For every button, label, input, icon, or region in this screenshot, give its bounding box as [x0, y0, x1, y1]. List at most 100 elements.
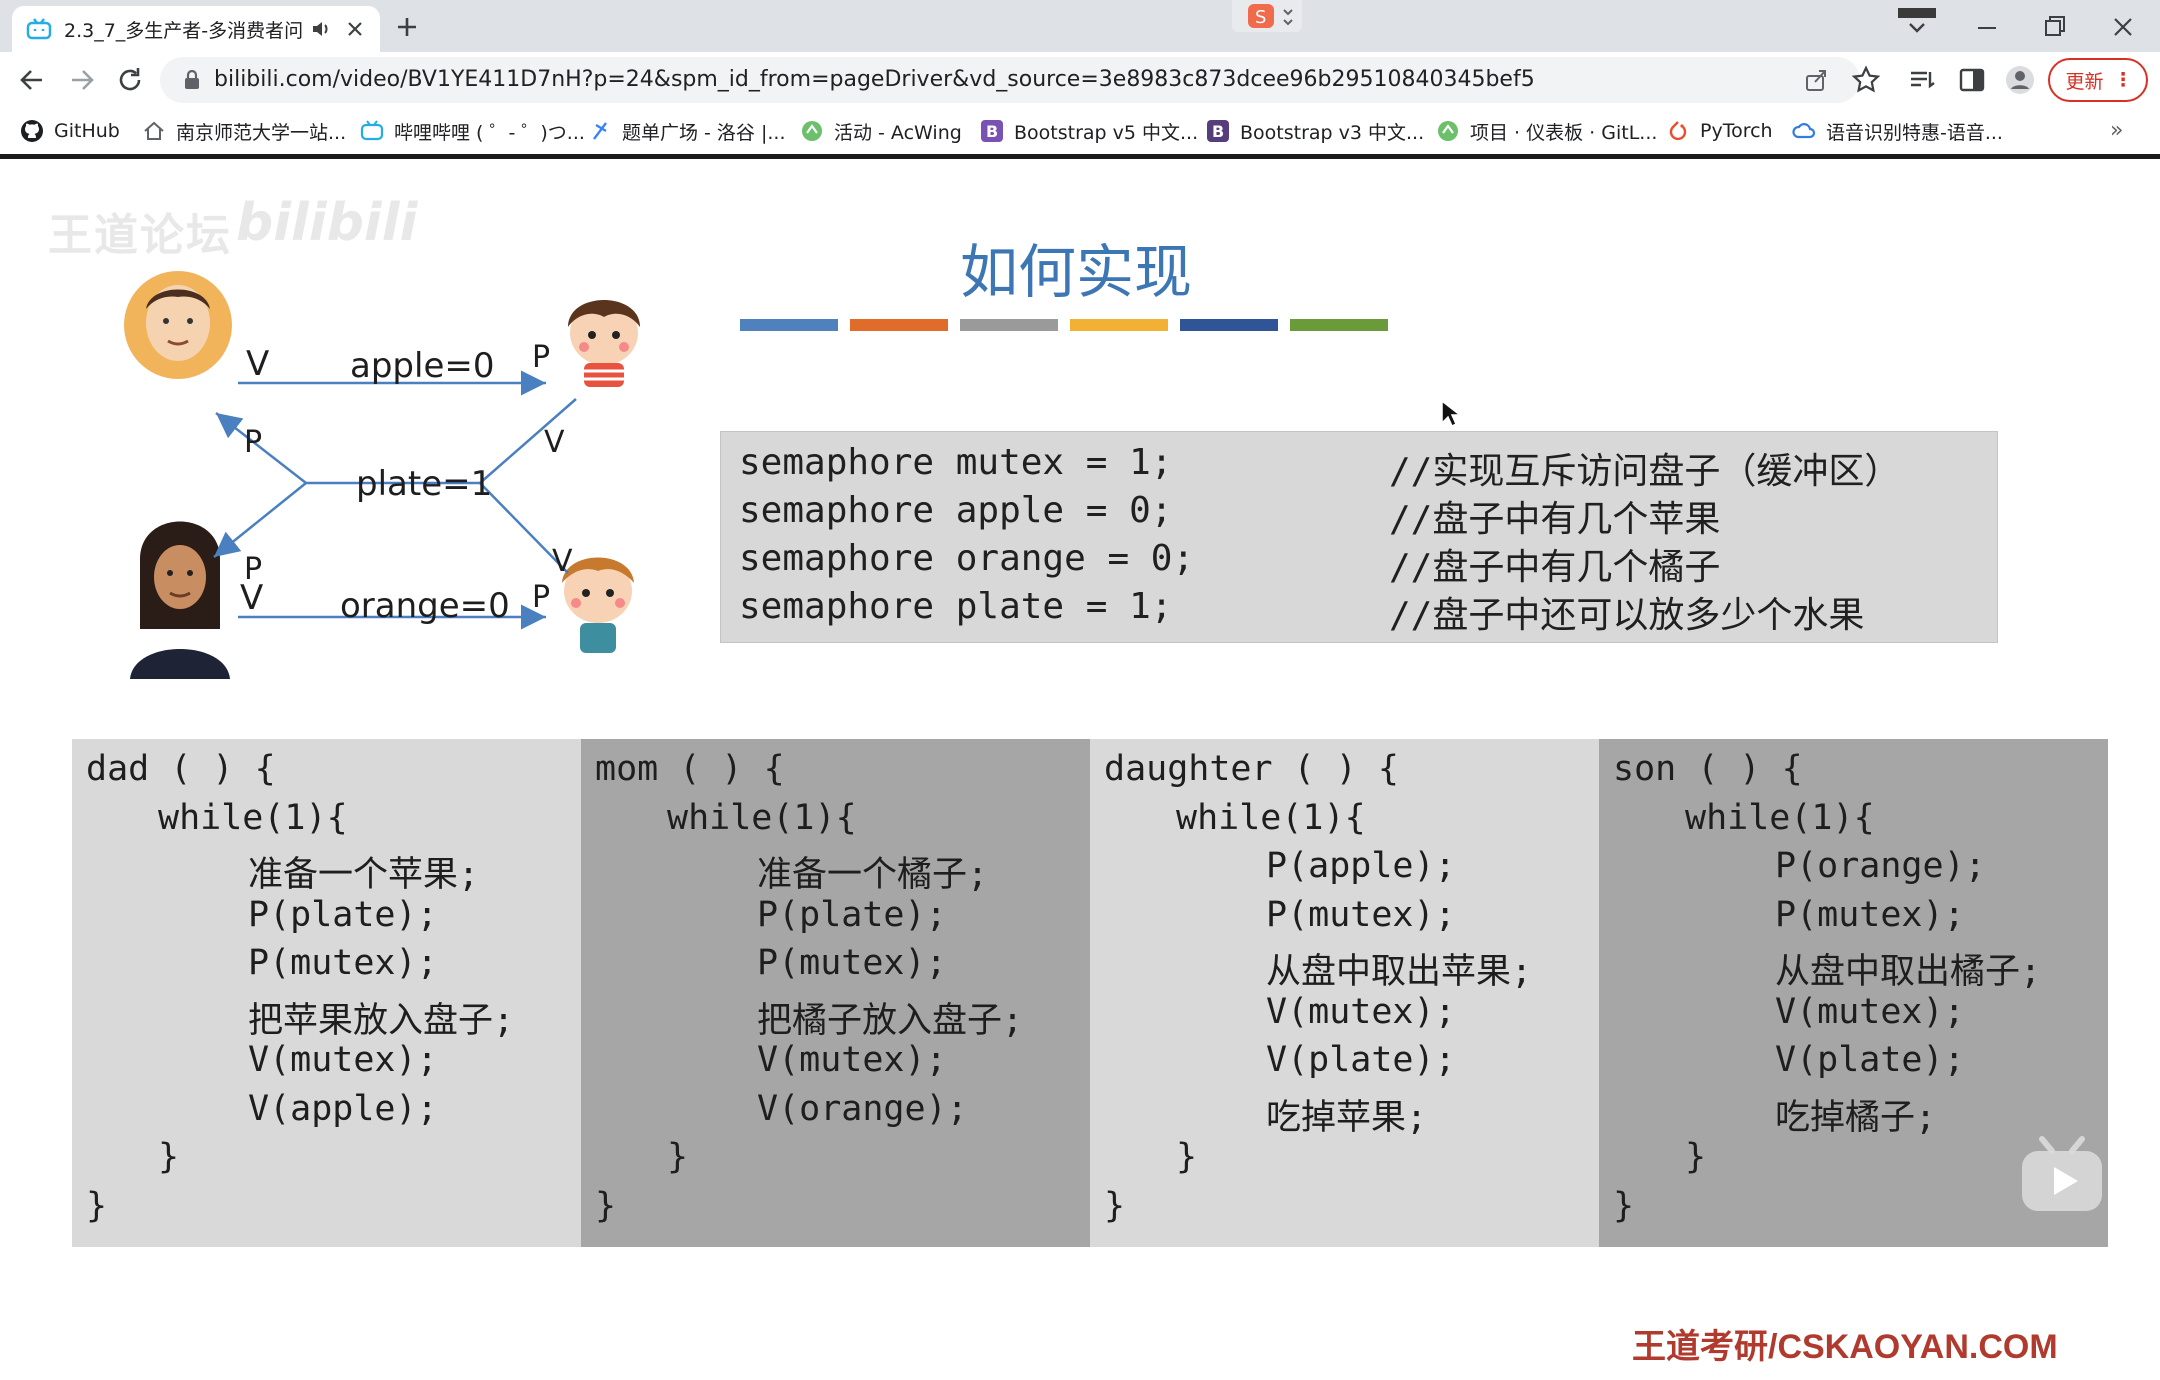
minimize-icon[interactable] — [1968, 8, 2006, 46]
reload-icon[interactable] — [112, 62, 148, 98]
semaphore-code-line: semaphore plate = 1; — [739, 586, 1173, 627]
color-strip-segment — [960, 319, 1058, 331]
code-line: } — [595, 1185, 617, 1226]
extension-indicator[interactable]: S — [1232, 0, 1302, 32]
tab-strip: 2.3_7_多生产者-多消费者问题 S — [0, 0, 2160, 52]
bookmark-star-icon[interactable] — [1850, 64, 1882, 96]
restore-icon[interactable] — [2036, 8, 2074, 46]
code-line: V(mutex); — [1775, 991, 1965, 1032]
mouse-cursor-icon — [1441, 399, 1460, 428]
semaphore-code-line: semaphore orange = 0; — [739, 538, 1195, 579]
share-icon[interactable] — [1802, 66, 1830, 94]
bookmark-label: 语音识别特惠-语音... — [1826, 121, 2003, 144]
code-line: while(1){ — [1685, 797, 1875, 838]
bookmark-label: Bootstrap v5 中文... — [1014, 121, 1199, 144]
luogu-icon — [588, 119, 612, 143]
update-label: 更新 — [2065, 70, 2104, 93]
semaphore-comment: //盘子中有几个橘子 — [1389, 547, 1721, 588]
footer-brand: 王道考研/CSKAOYAN.COM — [1632, 1328, 2058, 1366]
process-diagram: V apple=0 P P V plate=1 P V V orange=0 P — [124, 271, 640, 679]
bookmark-label: 活动 - AcWing — [834, 121, 962, 144]
bookmark-bootstrap3[interactable]: B Bootstrap v3 中文... — [1206, 116, 1424, 146]
bilibili-tv-icon — [26, 18, 52, 40]
bootstrap-icon: B — [1206, 119, 1230, 143]
speaker-icon[interactable] — [310, 18, 332, 40]
v-label-daughter: V — [544, 425, 565, 460]
bookmark-label: Bootstrap v3 中文... — [1240, 121, 1425, 144]
code-line: 吃掉苹果; — [1266, 1097, 1428, 1138]
browser-toolbar: bilibili.com/video/BV1YE411D7nH?p=24&spm… — [0, 52, 2160, 108]
svg-text:B: B — [1212, 122, 1224, 141]
code-line: P(mutex); — [757, 943, 947, 983]
color-strip-segment — [1180, 319, 1278, 331]
bootstrap-icon: B — [980, 119, 1004, 143]
lock-icon[interactable] — [180, 68, 204, 92]
code-line: } — [86, 1185, 108, 1226]
browser-tab[interactable]: 2.3_7_多生产者-多消费者问题 — [12, 6, 380, 52]
bookmarks-overflow-icon[interactable]: » — [2110, 118, 2123, 143]
code-line: P(apple); — [1266, 846, 1456, 886]
bookmark-bootstrap5[interactable]: B Bootstrap v5 中文... — [980, 116, 1198, 146]
video-frame[interactable]: 王道论坛 bilibili V apple=0 P P V plate=1 P … — [0, 159, 2160, 1380]
bookmark-acwing[interactable]: 活动 - AcWing — [800, 116, 962, 146]
close-window-icon[interactable] — [2104, 8, 2142, 46]
bookmark-label: 题单广场 - 洛谷 |... — [622, 121, 786, 144]
bookmark-label: GitHub — [54, 120, 120, 142]
address-bar[interactable]: bilibili.com/video/BV1YE411D7nH?p=24&spm… — [160, 57, 1860, 103]
watermark-text: 王道论坛 — [48, 210, 232, 261]
svg-text:B: B — [986, 122, 998, 141]
home-icon — [142, 119, 166, 143]
bookmark-label: 项目 · 仪表板 · GitL... — [1470, 121, 1658, 144]
code-line: while(1){ — [158, 797, 348, 838]
code-line: } — [1176, 1137, 1198, 1177]
code-line: V(plate); — [1266, 1040, 1456, 1080]
code-line: mom ( ) { — [595, 749, 785, 789]
p-label-daughter: P — [532, 340, 550, 375]
url-text[interactable]: bilibili.com/video/BV1YE411D7nH?p=24&spm… — [214, 67, 1535, 92]
bookmark-label: 南京师范大学一站... — [176, 121, 347, 144]
title-color-strip — [740, 319, 1388, 331]
bookmark-speech-cloud[interactable]: 语音识别特惠-语音... — [1792, 116, 2003, 146]
code-line: 从盘中取出苹果; — [1266, 952, 1533, 992]
tab-title: 2.3_7_多生产者-多消费者问题 — [64, 19, 304, 42]
cloud-icon — [1792, 119, 1816, 143]
code-line: 准备一个苹果; — [248, 855, 480, 895]
code-line: 吃掉橘子; — [1775, 1097, 1937, 1138]
bookmark-pytorch[interactable]: PyTorch — [1666, 116, 1773, 146]
code-line: P(plate); — [248, 894, 438, 935]
svg-text:S: S — [1255, 7, 1266, 28]
close-icon[interactable] — [344, 18, 366, 40]
code-line: daughter ( ) { — [1104, 749, 1400, 789]
bookmark-njnu[interactable]: 南京师范大学一站... — [142, 116, 346, 146]
tab-search-icon[interactable] — [1898, 8, 1936, 46]
v-label-mom: V — [240, 578, 263, 618]
bookmark-bilibili[interactable]: 哔哩哔哩 ( ゜- ゜)つ... — [360, 116, 585, 146]
p-label-dad: P — [244, 425, 262, 460]
bookmark-gitlab[interactable]: 项目 · 仪表板 · GitL... — [1436, 116, 1657, 146]
forward-icon[interactable] — [64, 62, 100, 98]
update-button[interactable]: 更新 ⋮ — [2048, 58, 2148, 102]
bilibili-play-icon[interactable] — [2020, 1135, 2104, 1215]
code-line: V(mutex); — [248, 1040, 438, 1080]
back-icon[interactable] — [14, 62, 50, 98]
acwing-icon — [800, 119, 824, 143]
bookmark-label: PyTorch — [1700, 120, 1773, 142]
bilibili-icon — [360, 119, 384, 143]
profile-avatar-icon[interactable] — [2004, 64, 2036, 96]
code-line: } — [1613, 1185, 1635, 1226]
color-strip-segment — [1070, 319, 1168, 331]
code-line: } — [667, 1137, 689, 1177]
color-strip-segment — [850, 319, 948, 331]
semaphore-code-line: semaphore mutex = 1; — [739, 442, 1173, 483]
side-panel-icon[interactable] — [1956, 64, 1988, 96]
bookmark-github[interactable]: GitHub — [20, 116, 120, 146]
bookmarks-bar: GitHub 南京师范大学一站... 哔哩哔哩 ( ゜- ゜)つ... 题单广场… — [0, 108, 2160, 154]
reading-list-icon[interactable] — [1906, 64, 1938, 96]
daughter-avatar — [568, 300, 640, 387]
color-strip-segment — [1290, 319, 1388, 331]
pytorch-icon — [1666, 119, 1690, 143]
new-tab-button[interactable] — [390, 10, 424, 44]
slide-title: 如何实现 — [960, 238, 1193, 306]
code-line: V(mutex); — [1266, 991, 1456, 1032]
bookmark-luogu[interactable]: 题单广场 - 洛谷 |... — [588, 116, 786, 146]
